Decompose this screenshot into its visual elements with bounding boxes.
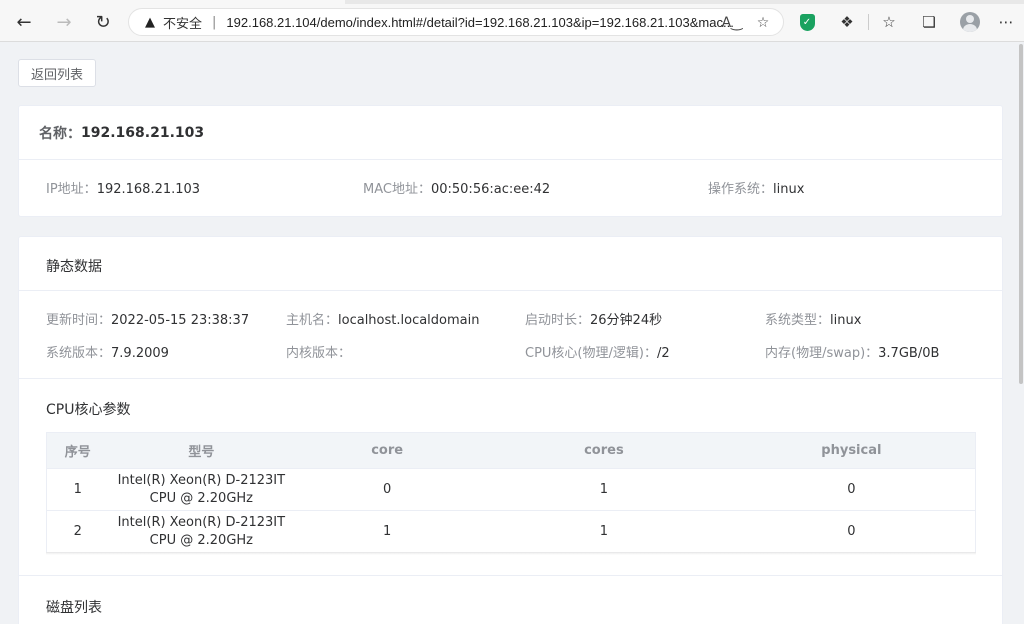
table-row[interactable]: 1 Intel(R) Xeon(R) D-2123IT CPU @ 2.20GH… xyxy=(46,468,976,511)
table-cell: 0 xyxy=(727,510,976,553)
favorite-star-icon[interactable]: ☆ xyxy=(754,14,772,32)
update-time-value: 2022-05-15 23:38:37 xyxy=(111,313,250,328)
kernel-version-field: 内核版本： xyxy=(286,342,351,361)
hostname-field: 主机名：localhost.localdomain xyxy=(286,309,479,328)
table-cell: 1 xyxy=(46,468,109,511)
ip-value: 192.168.21.103 xyxy=(96,182,201,197)
disk-list-title: 磁盘列表 xyxy=(46,600,102,616)
security-shield-icon[interactable]: ✓ xyxy=(796,11,818,33)
cpu-cores-label: CPU核心(物理/逻辑)： xyxy=(525,346,657,361)
table-cell: 1 xyxy=(480,510,728,553)
back-arrow-icon[interactable]: ← xyxy=(13,11,35,33)
collections-icon[interactable]: ❏ xyxy=(918,11,940,33)
system-type-value: linux xyxy=(830,313,862,328)
toolbar-divider xyxy=(868,14,869,30)
system-version-label: 系统版本： xyxy=(46,346,112,361)
table-cell: 1 xyxy=(294,510,481,553)
browser-toolbar: ← → ↻ ▲ 不安全 | 192.168.21.104/demo/index.… xyxy=(0,0,1024,42)
memory-field: 内存(物理/swap)：3.7GB/0B xyxy=(765,342,939,361)
cpu-params-title: CPU核心参数 xyxy=(46,402,131,418)
table-cell: 2 xyxy=(46,510,109,553)
table-cell: 0 xyxy=(294,468,481,511)
device-info-card: 名称： 192.168.21.103 IP地址：192.168.21.103 M… xyxy=(18,105,1003,217)
tab-strip xyxy=(0,0,1024,4)
system-version-field: 系统版本：7.9.2009 xyxy=(46,342,169,361)
hostname-value: localhost.localdomain xyxy=(338,313,480,328)
mac-label: MAC地址： xyxy=(363,182,431,197)
favorites-icon[interactable]: ☆ xyxy=(878,11,900,33)
os-field: 操作系统：linux xyxy=(708,178,804,197)
read-aloud-icon[interactable]: A‿ xyxy=(722,14,743,32)
column-header[interactable]: core xyxy=(294,432,481,469)
static-data-card: 静态数据 更新时间：2022-05-15 23:38:37 主机名：localh… xyxy=(18,236,1003,624)
os-label: 操作系统： xyxy=(708,182,774,197)
uptime-field: 启动时长：26分钟24秒 xyxy=(525,309,662,328)
memory-label: 内存(物理/swap)： xyxy=(765,346,879,361)
refresh-icon[interactable]: ↻ xyxy=(92,11,114,33)
divider xyxy=(19,378,1002,379)
cpu-cores-value: /2 xyxy=(656,346,670,361)
active-tab-edge xyxy=(0,0,345,4)
table-cell: 1 xyxy=(480,468,728,511)
uptime-label: 启动时长： xyxy=(525,313,591,328)
cpu-table: 序号 型号 core cores physical 1 Intel(R) Xeo… xyxy=(46,432,976,553)
name-label: 名称： xyxy=(39,125,81,142)
kernel-version-label: 内核版本： xyxy=(286,346,352,361)
scroll-thumb[interactable] xyxy=(1019,44,1023,384)
ip-label: IP地址： xyxy=(46,182,97,197)
system-type-field: 系统类型：linux xyxy=(765,309,861,328)
address-separator: | xyxy=(212,14,217,30)
column-header[interactable]: cores xyxy=(480,432,728,469)
back-to-list-button[interactable]: 返回列表 xyxy=(18,59,96,87)
divider xyxy=(19,575,1002,576)
url-text[interactable]: 192.168.21.104/demo/index.html#/detail?i… xyxy=(226,15,733,30)
table-bottom-shadow xyxy=(46,552,976,555)
column-header[interactable]: 型号 xyxy=(108,432,295,469)
os-value: linux xyxy=(773,182,805,197)
table-cell: Intel(R) Xeon(R) D-2123IT CPU @ 2.20GHz xyxy=(108,510,295,553)
column-header[interactable]: 序号 xyxy=(46,432,109,469)
device-name-value: 192.168.21.103 xyxy=(81,124,205,141)
table-cell: 0 xyxy=(727,468,976,511)
insecure-label[interactable]: 不安全 xyxy=(163,13,202,32)
extensions-puzzle-icon[interactable]: ❖ xyxy=(836,11,858,33)
uptime-value: 26分钟24秒 xyxy=(590,313,663,328)
profile-avatar-icon[interactable] xyxy=(959,11,981,33)
mac-address-field: MAC地址：00:50:56:ac:ee:42 xyxy=(363,178,550,197)
static-data-title: 静态数据 xyxy=(46,259,102,275)
update-time-label: 更新时间： xyxy=(46,313,112,328)
mac-value: 00:50:56:ac:ee:42 xyxy=(430,182,551,197)
divider xyxy=(19,290,1002,291)
table-row[interactable]: 2 Intel(R) Xeon(R) D-2123IT CPU @ 2.20GH… xyxy=(46,510,976,553)
column-header[interactable]: physical xyxy=(727,432,976,469)
address-bar[interactable]: ▲ 不安全 | 192.168.21.104/demo/index.html#/… xyxy=(128,8,784,36)
cpu-cores-field: CPU核心(物理/逻辑)：/2 xyxy=(525,342,670,361)
update-time-field: 更新时间：2022-05-15 23:38:37 xyxy=(46,309,249,328)
table-header-row: 序号 型号 core cores physical xyxy=(46,432,976,469)
device-name-header: 名称： 192.168.21.103 xyxy=(19,106,1002,160)
ip-address-field: IP地址：192.168.21.103 xyxy=(46,178,200,197)
system-type-label: 系统类型： xyxy=(765,313,831,328)
more-menu-icon[interactable]: ⋯ xyxy=(995,11,1017,33)
hostname-label: 主机名： xyxy=(286,313,339,328)
memory-value: 3.7GB/0B xyxy=(878,346,940,361)
forward-arrow-icon[interactable]: → xyxy=(53,11,75,33)
warning-icon[interactable]: ▲ xyxy=(143,15,157,30)
table-cell: Intel(R) Xeon(R) D-2123IT CPU @ 2.20GHz xyxy=(108,468,295,511)
system-version-value: 7.9.2009 xyxy=(111,346,169,361)
